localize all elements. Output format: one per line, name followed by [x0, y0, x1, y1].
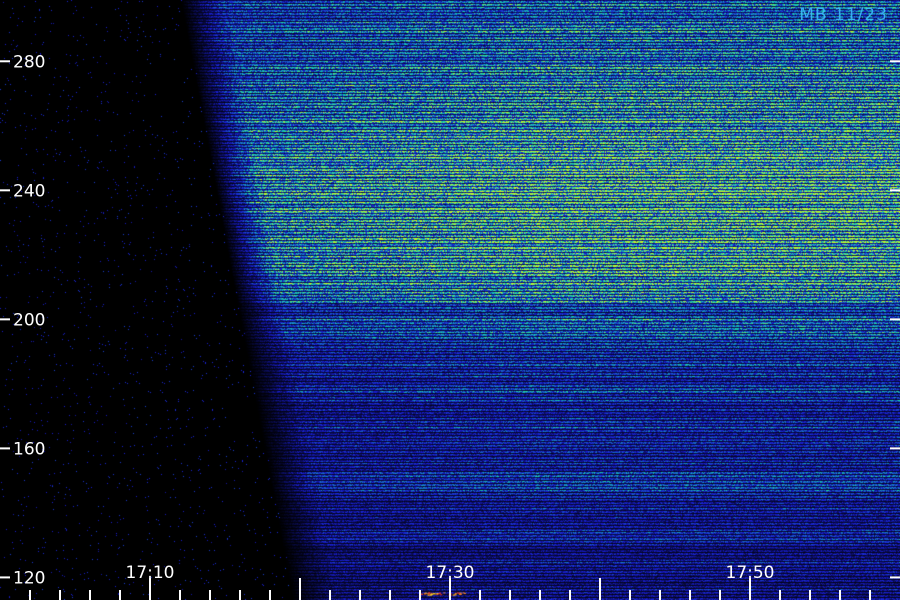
station-label: MB 11/23 — [799, 5, 888, 25]
spectrogram-viewer: 120 160 200 240 280 17:10 17:30 17:50 MB 11/23 — [0, 0, 900, 600]
axis-overlay: 120 160 200 240 280 17:10 17:30 17:50 — [0, 52, 900, 600]
y-axis: 120 160 200 240 280 — [0, 52, 900, 588]
x-axis: 17:10 17:30 17:50 — [29, 563, 871, 600]
y-tick-label: 200 — [13, 310, 45, 330]
x-tick-label: 17:10 — [126, 563, 175, 583]
y-tick-label: 120 — [13, 568, 45, 588]
y-tick-label: 280 — [13, 52, 45, 72]
x-tick-label: 17:50 — [726, 563, 775, 583]
x-tick-label: 17:30 — [426, 563, 475, 583]
y-tick-label: 160 — [13, 439, 45, 459]
y-tick-label: 240 — [13, 181, 45, 201]
